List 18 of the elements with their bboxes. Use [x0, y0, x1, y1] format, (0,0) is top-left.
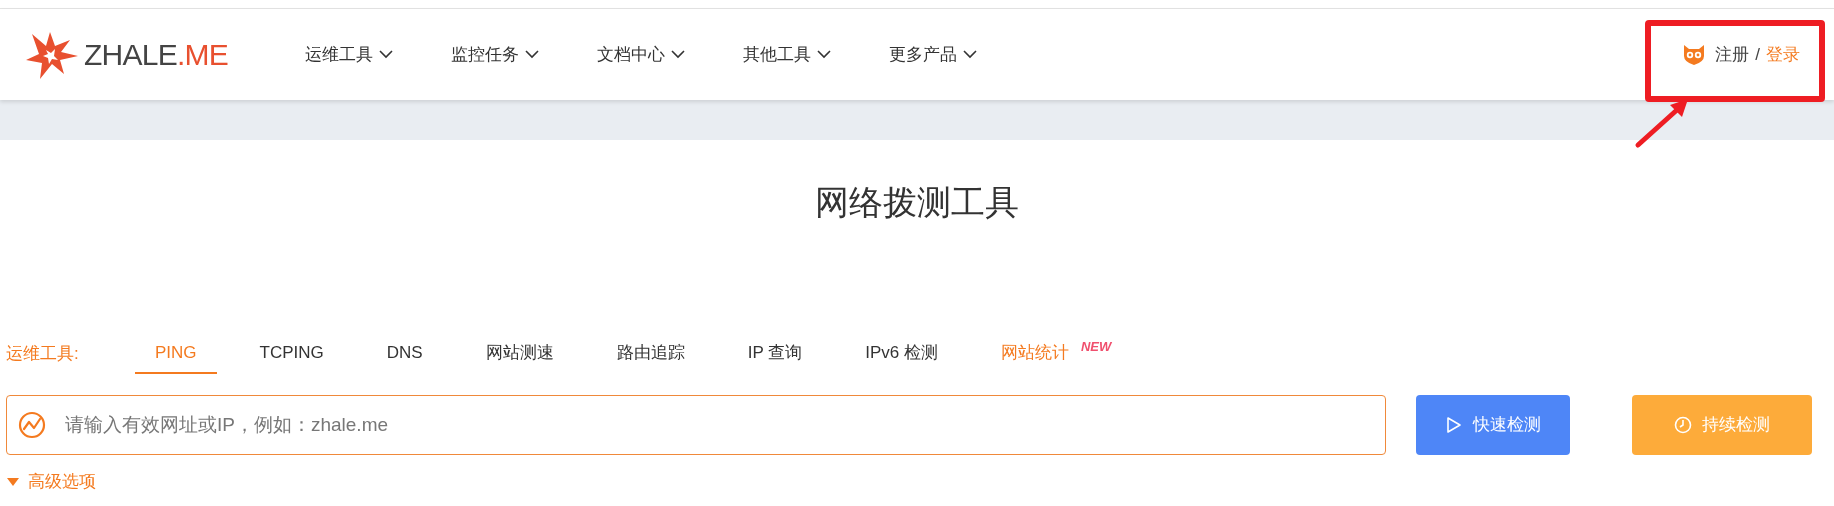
tool-tab[interactable]: IP 查询 — [727, 334, 823, 374]
tool-tab[interactable]: 网站测速 — [465, 334, 574, 374]
logo-text[interactable]: ZHALE.ME — [84, 32, 229, 77]
page-title: 网络拨测工具 — [814, 182, 1020, 222]
nav-menu[interactable]: 文档中心 — [597, 41, 685, 68]
tools-label: 运维工具: — [6, 343, 80, 366]
tool-tab[interactable]: IPv6 检测 — [845, 334, 958, 374]
tool-tab[interactable]: DNS — [366, 334, 443, 374]
tool-tab[interactable]: 路由追踪 — [596, 334, 705, 374]
nav-menu[interactable]: 运维工具 — [305, 41, 393, 68]
nav-menu[interactable]: 其他工具 — [743, 41, 831, 68]
nav-menu[interactable]: 更多产品 — [889, 41, 977, 68]
separator-text: / — [1755, 43, 1760, 66]
nav-menu[interactable]: 监控任务 — [451, 41, 539, 68]
search-field[interactable]: 请输入有效网址或IP，例如：zhale.me — [6, 395, 1386, 455]
tool-tab[interactable]: TCPING — [239, 334, 344, 374]
new-label: NEW — [1080, 338, 1112, 357]
register-link[interactable]: 注册 — [1715, 41, 1750, 68]
